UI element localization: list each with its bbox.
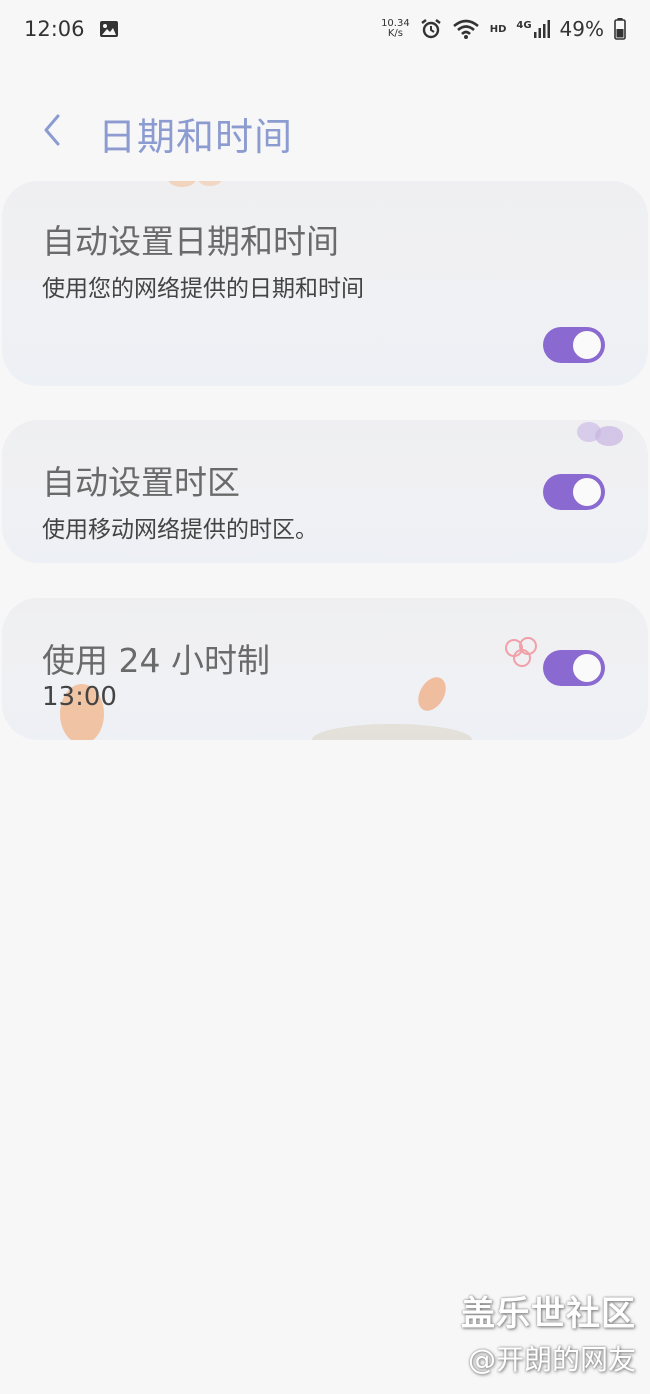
gallery-icon: [99, 19, 119, 39]
header: 日期和时间: [0, 96, 650, 166]
setting-card-auto-datetime[interactable]: 自动设置日期和时间 使用您的网络提供的日期和时间: [2, 181, 648, 386]
status-left: 12:06: [24, 17, 119, 41]
status-time: 12:06: [24, 17, 85, 41]
battery-percent: 49%: [559, 17, 604, 41]
setting-title: 使用 24 小时制: [42, 641, 270, 680]
flower-decoration: [505, 637, 537, 667]
net-speed-unit: K/s: [387, 28, 403, 39]
net-speed: 10.34 K/s: [381, 19, 410, 39]
cellular-signal: 4G: [516, 20, 550, 38]
setting-card-auto-timezone[interactable]: 自动设置时区 使用移动网络提供的时区。: [2, 420, 648, 563]
wifi-icon: [452, 18, 480, 40]
battery-icon: [614, 18, 626, 40]
alarm-icon: [420, 18, 442, 40]
setting-subtitle: 使用您的网络提供的日期和时间: [42, 276, 364, 302]
hd-label: HD: [489, 23, 507, 35]
watermark-community: 盖乐世社区: [461, 1294, 636, 1334]
setting-title: 自动设置时区: [42, 463, 240, 502]
signal-label: 4G: [516, 20, 532, 31]
leaf-decoration: [418, 677, 446, 711]
auto-datetime-toggle[interactable]: [543, 327, 605, 363]
setting-subtitle: 13:00: [42, 682, 117, 712]
auto-timezone-toggle[interactable]: [543, 474, 605, 510]
status-right: 10.34 K/s HD 4G 49%: [381, 17, 626, 41]
toggle-knob: [571, 652, 603, 684]
toggle-knob: [571, 476, 603, 508]
page-title: 日期和时间: [98, 115, 294, 159]
24-hour-toggle[interactable]: [543, 650, 605, 686]
leaf-decoration: [312, 724, 472, 740]
toggle-knob: [571, 329, 603, 361]
watermark-author: @开朗的网友: [467, 1343, 636, 1376]
signal-bars-icon: [533, 20, 550, 38]
flower-decoration: [168, 181, 222, 187]
status-bar: 12:06 10.34 K/s HD 4G 49%: [0, 0, 650, 58]
flower-decoration: [577, 422, 623, 446]
setting-subtitle: 使用移动网络提供的时区。: [42, 517, 318, 543]
setting-card-24-hour[interactable]: 使用 24 小时制 13:00: [2, 598, 648, 740]
setting-title: 自动设置日期和时间: [42, 222, 339, 261]
back-icon[interactable]: [38, 110, 68, 150]
